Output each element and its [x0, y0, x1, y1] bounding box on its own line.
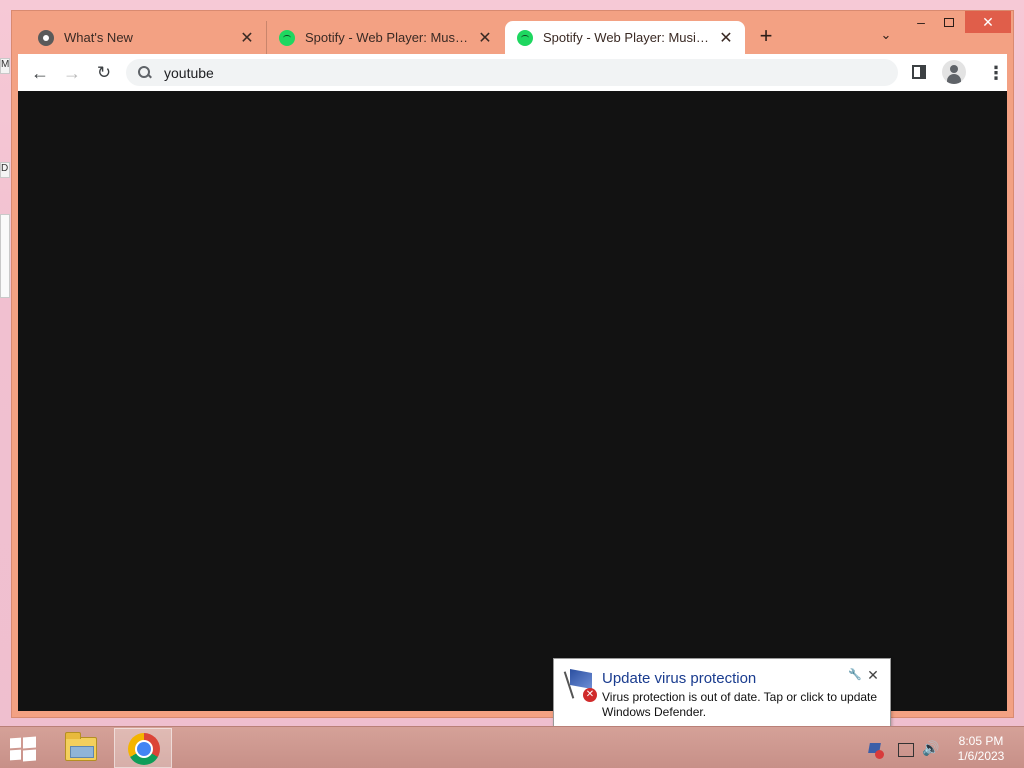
chrome-icon: [38, 29, 54, 46]
browser-window: What's New ✕ Spotify - Web Player: Music…: [11, 10, 1014, 718]
taskbar: 🔊 8:05 PM 1/6/2023: [0, 726, 1024, 768]
tab-title: What's New: [64, 30, 133, 45]
spotify-icon: [279, 29, 295, 46]
address-bar-text[interactable]: youtube: [164, 65, 214, 81]
defender-tray-icon[interactable]: [868, 743, 884, 759]
defender-notification[interactable]: ✕ Update virus protection Virus protecti…: [553, 658, 891, 745]
wrench-icon[interactable]: 🔧: [848, 668, 862, 682]
new-tab-button[interactable]: +: [754, 25, 778, 49]
windows-start-icon[interactable]: [8, 736, 38, 762]
close-window-button[interactable]: ✕: [965, 11, 1011, 33]
desktop-icon-fragment: M: [0, 58, 10, 74]
desktop-fragment-label: M: [1, 59, 10, 70]
tab-search-chevron-icon[interactable]: ⌄: [876, 27, 896, 47]
address-bar[interactable]: youtube: [126, 59, 898, 86]
desktop-fragment-label: D: [1, 163, 9, 174]
tab-whats-new[interactable]: What's New ✕: [26, 21, 266, 54]
chrome-icon: [128, 733, 160, 765]
tab-close-icon[interactable]: ✕: [476, 29, 494, 47]
clock-time: 8:05 PM: [958, 734, 1004, 748]
tab-spotify[interactable]: Spotify - Web Player: Music for everyone…: [266, 21, 504, 54]
reload-icon[interactable]: ↻: [91, 60, 117, 86]
browser-toolbar: ← → ↻ youtube ⋮: [18, 54, 1007, 91]
error-icon: ✕: [583, 688, 597, 702]
back-arrow-icon[interactable]: ←: [27, 60, 53, 86]
more-menu-icon[interactable]: ⋮: [986, 62, 1006, 84]
profile-avatar-icon[interactable]: [942, 60, 966, 84]
tab-close-icon[interactable]: ✕: [238, 29, 256, 47]
notification-body[interactable]: Virus protection is out of date. Tap or …: [602, 690, 886, 720]
tab-strip: What's New ✕ Spotify - Web Player: Music…: [12, 11, 1013, 54]
network-icon[interactable]: [898, 743, 914, 757]
tab-title: Spotify - Web Player: Music for everyone: [305, 30, 470, 45]
file-explorer-icon[interactable]: [56, 728, 106, 768]
desktop-window-fragment: [0, 214, 10, 298]
notification-title[interactable]: Update virus protection: [602, 670, 756, 687]
volume-icon[interactable]: 🔊: [922, 740, 940, 758]
search-icon: [138, 65, 152, 80]
minimize-button[interactable]: –: [908, 11, 934, 33]
maximize-icon: [944, 17, 954, 27]
flag-cloth: [570, 669, 592, 689]
taskbar-chrome-button[interactable]: [114, 728, 172, 768]
forward-arrow-icon[interactable]: →: [59, 60, 85, 86]
clock-date: 1/6/2023: [957, 749, 1005, 763]
taskbar-clock[interactable]: 8:05 PM 1/6/2023: [946, 734, 1016, 764]
notification-close-icon[interactable]: ✕: [865, 667, 881, 683]
tab-title: Spotify - Web Player: Music for everyone: [543, 30, 711, 45]
desktop-icon-fragment: D: [0, 162, 10, 178]
tab-spotify-active[interactable]: Spotify - Web Player: Music for everyone…: [505, 21, 745, 54]
side-panel-icon[interactable]: [912, 65, 926, 79]
spotify-icon: [517, 29, 533, 46]
maximize-button[interactable]: [936, 11, 962, 33]
tab-close-icon[interactable]: ✕: [717, 29, 735, 47]
windows-defender-flag-icon: ✕: [563, 669, 598, 702]
page-content[interactable]: [18, 91, 1007, 711]
